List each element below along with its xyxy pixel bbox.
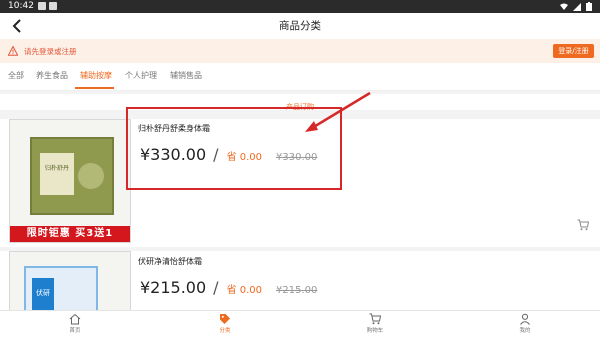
section-header: 产品订购 xyxy=(0,94,600,111)
status-time: 10:42 xyxy=(8,1,34,11)
product-name[interactable]: 归朴舒丹舒柔身体霜 xyxy=(138,123,210,134)
tab-health-food[interactable]: 养生食品 xyxy=(36,70,68,81)
package-label: 归朴舒丹 xyxy=(40,153,74,195)
home-icon xyxy=(69,313,81,325)
product-package: 伏研 xyxy=(24,266,98,310)
status-bar: 10:42 xyxy=(0,0,600,13)
original-price: ¥330.00 xyxy=(276,152,318,163)
price-separator: / xyxy=(213,278,219,297)
signal-icon xyxy=(573,2,581,11)
original-price: ¥215.00 xyxy=(276,285,318,296)
cart-icon xyxy=(369,313,381,325)
product-image[interactable]: 伏研 xyxy=(9,251,131,310)
package-flower-art xyxy=(78,163,104,189)
price-row: ¥215.00 / 省 0.00 ¥215.00 xyxy=(140,278,317,297)
product-image[interactable]: 归朴舒丹 限时钜惠 买3送1 xyxy=(9,119,131,243)
login-prompt-bar: 请先登录或注册 登录/注册 xyxy=(0,39,600,63)
tag-icon xyxy=(220,314,230,324)
nav-profile[interactable]: 我的 xyxy=(495,313,555,337)
product-price: ¥330.00 xyxy=(140,145,207,164)
price-separator: / xyxy=(213,145,219,164)
nav-cart[interactable]: 购物车 xyxy=(345,313,405,337)
category-tabs: 全部 养生食品 辅助按摩 个人护理 辅销售品 xyxy=(0,63,600,91)
promo-banner: 限时钜惠 买3送1 xyxy=(10,226,130,242)
warning-icon xyxy=(8,46,18,56)
add-to-cart-icon[interactable] xyxy=(577,219,589,231)
notification-icons xyxy=(38,2,57,10)
app-header: 商品分类 xyxy=(0,13,600,39)
product-name[interactable]: 伏研净清怡舒体霜 xyxy=(138,256,202,267)
login-prompt-text: 请先登录或注册 xyxy=(24,47,77,56)
product-price: ¥215.00 xyxy=(140,278,207,297)
section-title: 产品订购 xyxy=(286,103,314,111)
product-card[interactable]: 伏研 伏研净清怡舒体霜 ¥215.00 / 省 0.00 ¥215.00 xyxy=(0,251,600,310)
wifi-icon xyxy=(560,3,568,10)
nav-home-label: 首页 xyxy=(69,328,81,334)
page-title: 商品分类 xyxy=(279,20,321,32)
user-icon xyxy=(520,313,530,325)
login-register-button[interactable]: 登录/注册 xyxy=(553,44,594,58)
system-icons xyxy=(560,2,592,11)
battery-icon xyxy=(586,2,592,11)
tab-personal-care[interactable]: 个人护理 xyxy=(125,70,157,81)
notification-icon xyxy=(49,2,57,10)
tab-accessory-products[interactable]: 辅销售品 xyxy=(170,70,202,81)
nav-home[interactable]: 首页 xyxy=(45,313,105,337)
active-tab-indicator xyxy=(75,87,114,89)
savings-text: 省 0.00 xyxy=(226,152,263,163)
notification-icon xyxy=(38,2,46,10)
product-list: 产品订购 归朴舒丹 限时钜惠 买3送1 归朴舒丹舒柔身体霜 ¥330.00 / … xyxy=(0,91,600,310)
nav-category[interactable]: 分类 xyxy=(195,313,255,337)
screen: 10:42 商品分类 请先登录或注册 登录/注册 全部 养生食品 辅助按摩 个人… xyxy=(0,0,600,337)
product-card[interactable]: 归朴舒丹 限时钜惠 买3送1 归朴舒丹舒柔身体霜 ¥330.00 / 省 0.0… xyxy=(0,119,600,247)
savings-text: 省 0.00 xyxy=(226,285,263,296)
nav-cart-label: 购物车 xyxy=(366,328,384,334)
package-text: 归朴舒丹 xyxy=(44,165,69,172)
bottom-navigation: 首页 分类 购物车 我的 xyxy=(0,310,600,337)
nav-category-label: 分类 xyxy=(219,328,231,334)
package-text: 伏研 xyxy=(36,289,50,297)
nav-profile-label: 我的 xyxy=(519,328,531,334)
package-label: 伏研 xyxy=(32,278,54,310)
tab-all[interactable]: 全部 xyxy=(8,70,24,81)
tab-massage-aids[interactable]: 辅助按摩 xyxy=(80,70,112,81)
price-row: ¥330.00 / 省 0.00 ¥330.00 xyxy=(140,145,317,164)
product-package: 归朴舒丹 xyxy=(30,137,114,215)
